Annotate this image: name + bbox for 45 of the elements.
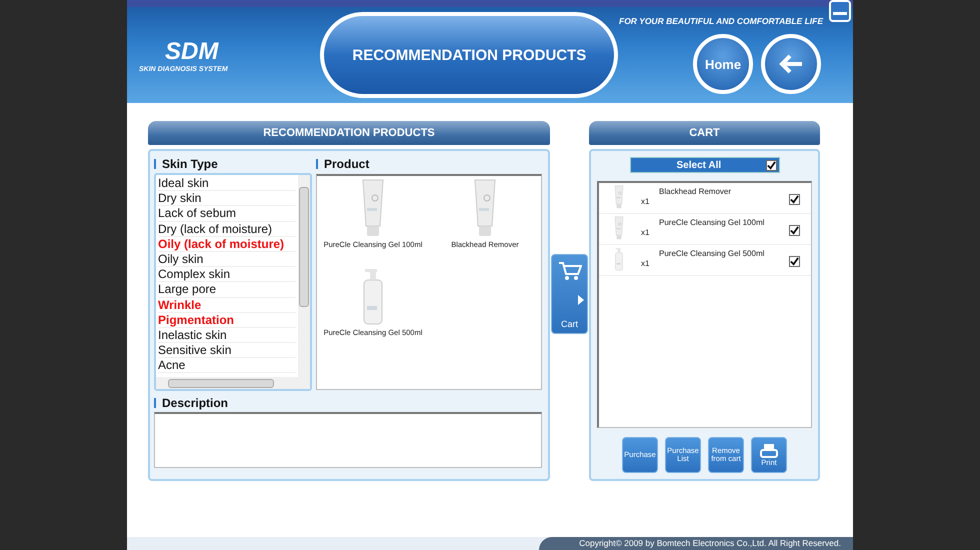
scrollbar[interactable] xyxy=(298,175,310,377)
item-name: PureCle Cleansing Gel 100ml xyxy=(659,218,766,227)
select-all-button[interactable]: Select All xyxy=(630,157,780,173)
checkbox[interactable] xyxy=(789,225,800,236)
item-name: Blackhead Remover xyxy=(659,187,732,196)
quantity: x1 xyxy=(641,228,650,237)
quantity: x1 xyxy=(641,197,650,206)
back-arrow-icon xyxy=(778,53,804,75)
list-item[interactable]: Dry skin xyxy=(158,191,296,206)
arrow-icon xyxy=(578,295,584,305)
section-label: Skin Type xyxy=(154,155,312,173)
checkbox[interactable] xyxy=(789,194,800,205)
list-item[interactable]: Inelastic skin xyxy=(158,328,296,344)
skin-type-list[interactable]: Ideal skin Dry skin Lack of sebum Dry (lack of moisture) Oily (lack of moisture) Oily skin Complex skin Large pore Wrinkle Pigmentation Inelastic skin Sensitive skin Acne xyxy=(154,173,312,391)
list-item[interactable]: Oily skin xyxy=(158,252,296,268)
cart-icon xyxy=(558,261,582,281)
panel-header: RECOMMENDATION PRODUCTS xyxy=(148,121,550,145)
list-item[interactable]: Dry (lack of moisture) xyxy=(158,222,296,237)
tagline: FOR YOUR BEAUTIFUL AND COMFORTABLE LIFE xyxy=(619,16,823,26)
list-item[interactable]: Pigmentation xyxy=(158,312,296,328)
panel-header: CART xyxy=(589,121,820,145)
logo: SDM xyxy=(165,38,218,66)
list-item[interactable]: Oily (lack of moisture) xyxy=(158,236,296,252)
checkbox[interactable] xyxy=(766,160,776,170)
list-item[interactable]: Complex skin xyxy=(158,267,296,282)
scrollbar[interactable] xyxy=(156,377,310,389)
description-field[interactable] xyxy=(154,412,542,468)
minimize-icon xyxy=(833,10,847,16)
list-item[interactable]: Wrinkle xyxy=(158,298,296,313)
printer-icon xyxy=(760,443,778,459)
item-name: PureCle Cleansing Gel 500ml xyxy=(659,249,766,258)
page-title: RECOMMENDATION PRODUCTS xyxy=(320,12,618,98)
list-item[interactable]: Sensitive skin xyxy=(158,343,296,358)
section-label: Product xyxy=(316,155,542,173)
home-button[interactable]: Home xyxy=(693,34,753,94)
list-item[interactable]: Acne xyxy=(158,358,296,374)
cart-tab[interactable]: Cart xyxy=(551,254,588,334)
list-item[interactable]: Lack of sebum xyxy=(158,206,296,222)
minimize-button[interactable] xyxy=(829,0,851,22)
list-item[interactable]: Large pore xyxy=(158,282,296,298)
section-label: Description xyxy=(154,394,544,412)
quantity: x1 xyxy=(641,259,650,268)
copyright-text: Copyright© 2009 by Bomtech Electronics Co.,Ltd. All Right Reserved. xyxy=(539,537,853,550)
list-item[interactable]: Ideal skin xyxy=(158,176,296,192)
checkbox[interactable] xyxy=(789,256,800,267)
